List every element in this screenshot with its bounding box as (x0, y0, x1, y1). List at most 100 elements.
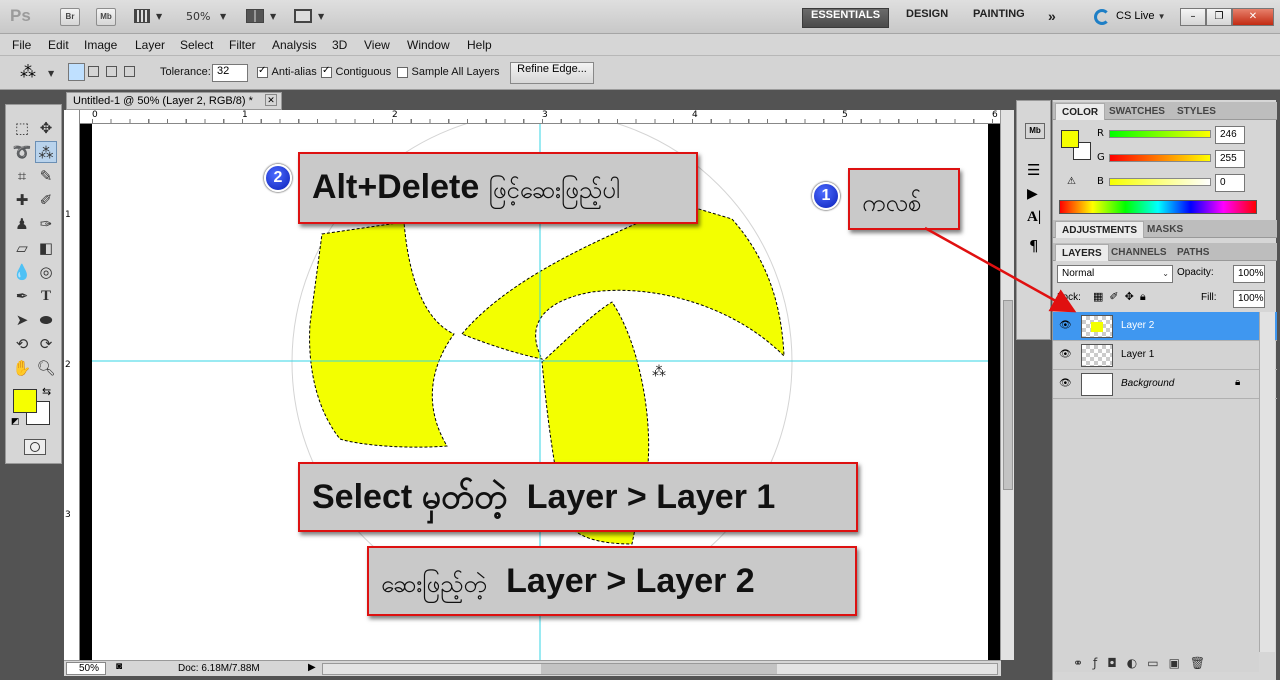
color-spectrum[interactable] (1059, 200, 1257, 214)
swap-colors-icon[interactable]: ⇆ (42, 385, 51, 398)
healing-brush-icon[interactable]: ✚ (11, 189, 33, 211)
default-colors-icon[interactable]: ◩ (11, 417, 20, 427)
color-fg-swatch[interactable] (1061, 130, 1079, 148)
layer-row-layer-2[interactable]: 👁︎ Layer 2 (1053, 312, 1277, 341)
r-value[interactable]: 246 (1215, 126, 1245, 144)
anti-alias-checkbox[interactable]: Anti-alias (257, 65, 317, 83)
move-tool-icon[interactable]: ✥ (35, 117, 57, 139)
visibility-eye-icon[interactable]: 👁︎ (1059, 378, 1072, 389)
r-slider[interactable] (1109, 130, 1211, 138)
marquee-tool-icon[interactable]: ⬚ (11, 117, 33, 139)
path-selection-icon[interactable]: ➤ (11, 309, 33, 331)
tab-paths[interactable]: PATHS (1171, 244, 1215, 261)
mini-bridge-button[interactable]: Mb (96, 8, 116, 26)
layers-scrollbar[interactable] (1259, 312, 1275, 652)
intersect-selection-button[interactable] (124, 66, 135, 77)
lock-icons[interactable]: ▦✐✥🔒︎ (1093, 290, 1152, 304)
scroll-thumb[interactable] (541, 664, 777, 674)
horizontal-scrollbar[interactable] (322, 663, 998, 675)
menu-image[interactable]: Image (84, 38, 117, 52)
status-zoom[interactable]: 50% (66, 662, 106, 675)
character-icon[interactable]: A| (1027, 209, 1041, 226)
scroll-thumb[interactable] (1003, 300, 1013, 490)
menu-window[interactable]: Window (407, 38, 450, 52)
document-tab[interactable]: Untitled-1 @ 50% (Layer 2, RGB/8) * ✕ (66, 92, 282, 110)
chevron-down-icon[interactable]: ▼ (318, 12, 324, 21)
status-arrow-icon[interactable]: ▶ (308, 662, 316, 673)
layers-footer-icons[interactable]: ⚭ƒ◘◐▭▣🗑︎ (1073, 656, 1215, 670)
subtract-from-selection-button[interactable] (106, 66, 117, 77)
restore-button[interactable]: ❐ (1206, 8, 1232, 26)
chevron-down-icon[interactable]: ▼ (48, 69, 54, 87)
menu-help[interactable]: Help (467, 38, 492, 52)
ellipse-tool-icon[interactable]: ⬬ (35, 309, 57, 331)
eyedropper-tool-icon[interactable]: ✎ (35, 165, 57, 187)
menu-analysis[interactable]: Analysis (272, 38, 317, 52)
close-button[interactable]: ✕ (1232, 8, 1274, 26)
gradient-tool-icon[interactable]: ◧ (35, 237, 57, 259)
menu-view[interactable]: View (364, 38, 390, 52)
lasso-tool-icon[interactable]: ➰ (11, 141, 33, 163)
screen-mode-icon[interactable] (294, 9, 312, 23)
add-to-selection-button[interactable] (88, 66, 99, 77)
visibility-eye-icon[interactable]: 👁︎ (1059, 349, 1072, 360)
layer-row-background[interactable]: 👁︎ Background 🔒︎ (1053, 370, 1277, 399)
brush-tool-icon[interactable]: ✐ (35, 189, 57, 211)
menu-layer[interactable]: Layer (135, 38, 165, 52)
vertical-scrollbar[interactable] (1000, 110, 1014, 660)
quick-mask-icon[interactable] (24, 439, 46, 455)
opacity-input[interactable]: 100% (1233, 265, 1265, 283)
b-value[interactable]: 0 (1215, 174, 1245, 192)
magic-wand-tool-icon[interactable]: ⁂ (35, 141, 57, 163)
layer-row-layer-1[interactable]: 👁︎ Layer 1 (1053, 341, 1277, 370)
visibility-eye-icon[interactable]: 👁︎ (1059, 320, 1072, 331)
close-document-icon[interactable]: ✕ (265, 94, 277, 106)
eraser-tool-icon[interactable]: ▱ (11, 237, 33, 259)
magic-wand-icon[interactable]: ⁂ (20, 62, 36, 81)
chevron-down-icon[interactable]: ▼ (270, 12, 276, 21)
menu-filter[interactable]: Filter (229, 38, 256, 52)
tolerance-input[interactable]: 32 (212, 64, 248, 82)
tab-color[interactable]: COLOR (1055, 103, 1106, 120)
tab-channels[interactable]: CHANNELS (1105, 244, 1173, 261)
blend-mode-select[interactable]: Normal ⌄ (1057, 265, 1173, 283)
3d-orbit-icon[interactable]: ⟳ (35, 333, 57, 355)
contiguous-checkbox[interactable]: Contiguous (321, 65, 391, 83)
workspace-essentials[interactable]: ESSENTIALS (802, 8, 890, 28)
bridge-button[interactable]: Br (60, 8, 80, 26)
g-slider[interactable] (1109, 154, 1211, 162)
history-icon[interactable]: ☰ (1027, 161, 1040, 179)
menu-select[interactable]: Select (180, 38, 213, 52)
hand-tool-icon[interactable]: ✋ (11, 357, 33, 379)
fill-input[interactable]: 100% (1233, 290, 1265, 308)
blur-tool-icon[interactable]: 💧 (11, 261, 33, 283)
paragraph-icon[interactable]: ¶ (1029, 237, 1039, 255)
workspace-painting[interactable]: PAINTING (965, 8, 1033, 28)
pen-tool-icon[interactable]: ✒ (11, 285, 33, 307)
menu-3d[interactable]: 3D (332, 38, 347, 52)
g-value[interactable]: 255 (1215, 150, 1245, 168)
zoom-level[interactable]: 50% (186, 10, 210, 23)
type-tool-icon[interactable]: T (35, 285, 57, 307)
menu-edit[interactable]: Edit (48, 38, 69, 52)
cs-live-menu[interactable]: CS Live ▼ (1116, 10, 1166, 22)
actions-icon[interactable]: ▶ (1027, 186, 1038, 202)
crop-tool-icon[interactable]: ⌗ (11, 165, 33, 187)
workspace-design[interactable]: DESIGN (898, 8, 956, 28)
new-selection-button[interactable] (68, 63, 85, 81)
menu-file[interactable]: File (12, 38, 31, 52)
history-brush-icon[interactable]: ✑ (35, 213, 57, 235)
mini-bridge-icon[interactable]: Mb (1025, 123, 1045, 139)
more-workspaces-button[interactable]: » (1040, 8, 1064, 28)
tab-styles[interactable]: STYLES (1171, 103, 1222, 120)
foreground-color-swatch[interactable] (13, 389, 37, 413)
refine-edge-button[interactable]: Refine Edge... (510, 62, 594, 84)
arrange-documents-icon[interactable] (246, 9, 264, 23)
zoom-tool-icon[interactable]: 🔍︎ (35, 357, 57, 379)
dodge-tool-icon[interactable]: ◎ (35, 261, 57, 283)
chevron-down-icon[interactable]: ▼ (220, 12, 226, 21)
minimize-button[interactable]: – (1180, 8, 1206, 26)
3d-rotate-icon[interactable]: ⟲ (11, 333, 33, 355)
tab-adjustments[interactable]: ADJUSTMENTS (1055, 221, 1145, 238)
tab-masks[interactable]: MASKS (1141, 221, 1189, 238)
